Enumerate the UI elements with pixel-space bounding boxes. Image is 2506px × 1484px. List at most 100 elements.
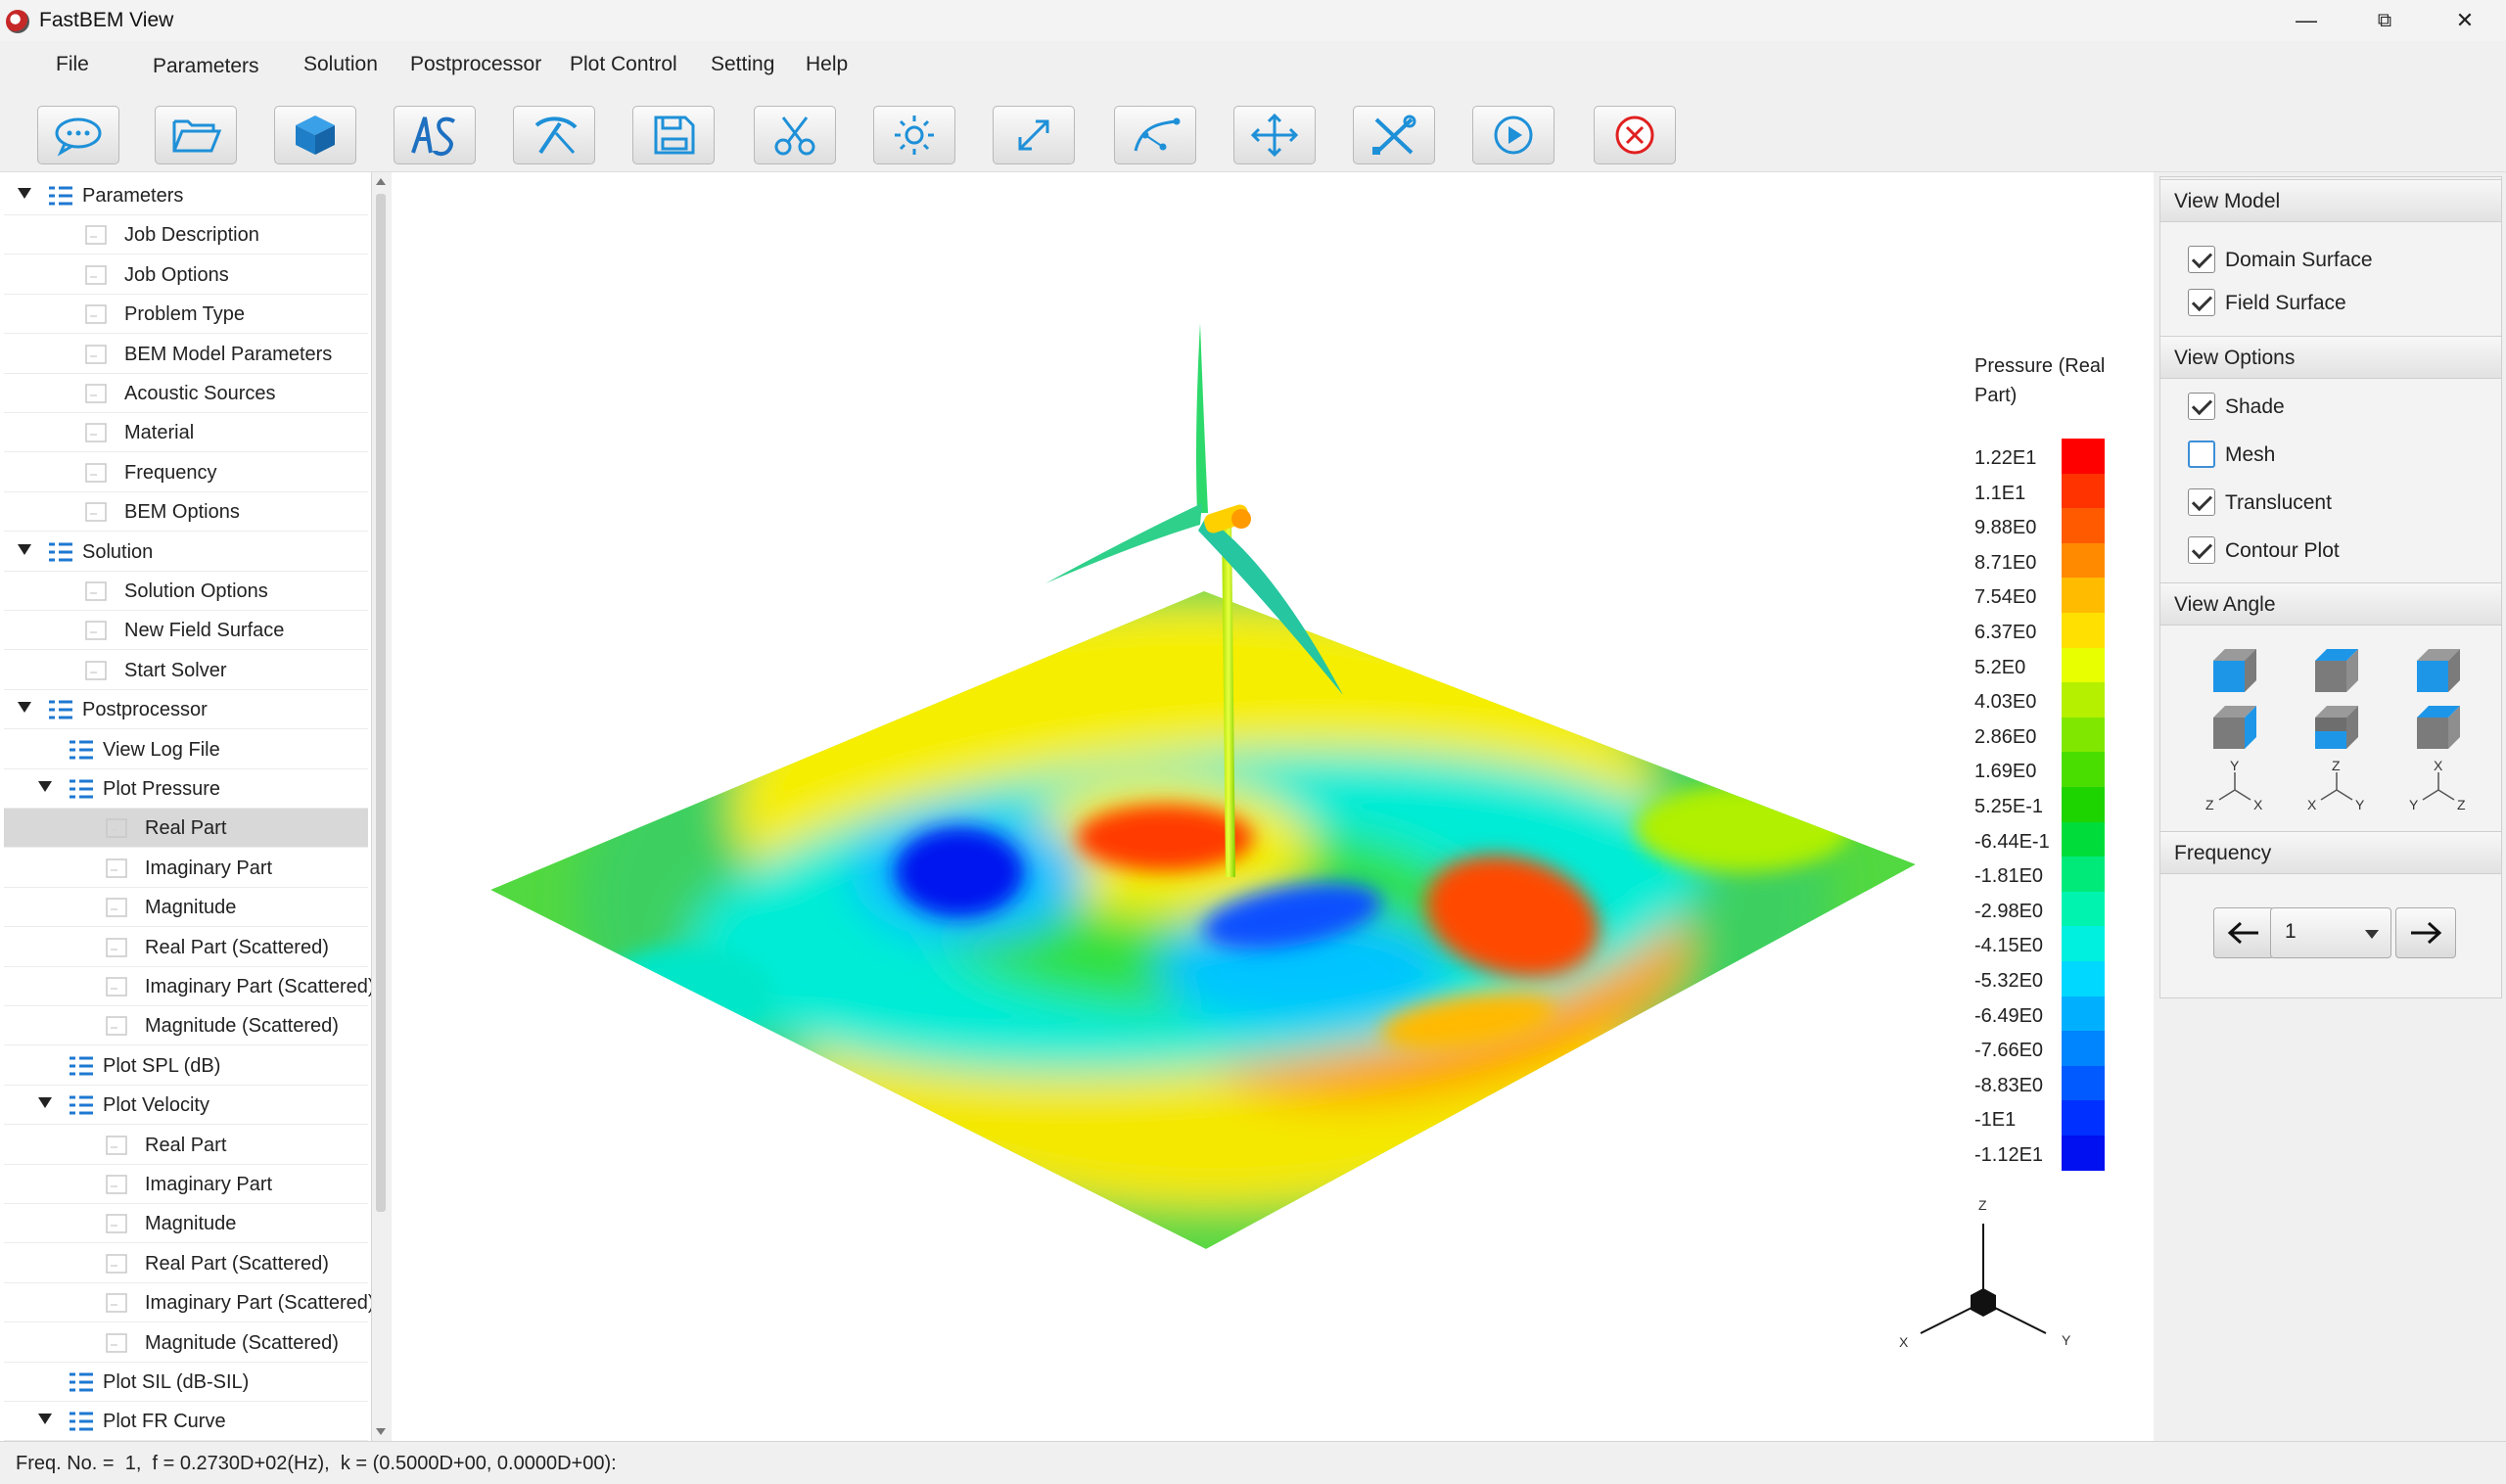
tree-item[interactable]: BEM Options: [4, 492, 368, 533]
tree-item[interactable]: Job Options: [4, 255, 368, 295]
tree-item[interactable]: Imaginary Part: [4, 1165, 368, 1204]
tree-item[interactable]: Real Part: [4, 1126, 368, 1165]
move-button[interactable]: [1233, 106, 1316, 164]
plot-viewport[interactable]: Z X Y: [392, 172, 2154, 1441]
menu-help[interactable]: Help: [806, 53, 848, 76]
as-button[interactable]: [394, 106, 476, 164]
colorbar-tick-label: 8.71E0: [1974, 551, 2037, 574]
tree-item[interactable]: Plot SIL (dB-SIL): [4, 1363, 368, 1402]
tree-item[interactable]: Start Solver: [4, 651, 368, 690]
expand-arrow-icon[interactable]: [18, 188, 31, 199]
menu-setting[interactable]: Setting: [711, 53, 774, 76]
frequency-header[interactable]: Frequency: [2160, 831, 2501, 874]
tree-item[interactable]: Problem Type: [4, 295, 368, 335]
document-icon: [106, 1332, 127, 1353]
field-surface-checkbox[interactable]: [2188, 289, 2215, 316]
colorbar-tick-label: -6.49E0: [1974, 1004, 2044, 1027]
tree-item[interactable]: Solution Options: [4, 572, 368, 611]
tree-item[interactable]: View Log File: [4, 730, 368, 769]
tree-item[interactable]: Plot FR Curve: [4, 1402, 368, 1441]
view-angle-header[interactable]: View Angle: [2160, 582, 2501, 626]
tree-item[interactable]: Postprocessor: [4, 690, 368, 730]
tree-item[interactable]: Parameters: [4, 176, 368, 215]
curve-button[interactable]: [1114, 106, 1196, 164]
view-model-header[interactable]: View Model: [2160, 179, 2501, 222]
menu-file[interactable]: File: [56, 53, 89, 76]
title-bar: FastBEM View — ⧉ ✕: [0, 0, 2506, 41]
translucent-checkbox[interactable]: [2188, 488, 2215, 516]
open-button[interactable]: [155, 106, 237, 164]
view-back-cube-icon[interactable]: [2209, 702, 2260, 753]
tree-scrollbar[interactable]: [372, 172, 390, 1441]
menu-plot-control[interactable]: Plot Control: [570, 53, 677, 76]
tree-item[interactable]: Magnitude: [4, 1204, 368, 1244]
tool-button[interactable]: [513, 106, 595, 164]
chat-button[interactable]: [37, 106, 119, 164]
colorbar-tick-label: -1E1: [1974, 1109, 2017, 1132]
menu-solution[interactable]: Solution: [303, 53, 378, 76]
contour-plot-checkbox[interactable]: [2188, 536, 2215, 564]
fit-view-button[interactable]: [993, 106, 1075, 164]
scroll-down-icon[interactable]: [376, 1428, 386, 1435]
tree-item[interactable]: Material: [4, 413, 368, 453]
tree-item-label: Job Options: [124, 263, 229, 286]
view-top-cube-icon[interactable]: [2311, 645, 2362, 696]
scroll-thumb[interactable]: [376, 194, 386, 1212]
close-button[interactable]: ✕: [2436, 4, 2494, 37]
tree-item[interactable]: Real Part (Scattered): [4, 928, 368, 967]
tree-item[interactable]: Acoustic Sources: [4, 374, 368, 413]
tree-item[interactable]: Plot Velocity: [4, 1086, 368, 1126]
colorbar-tick-label: 5.25E-1: [1974, 796, 2044, 817]
tree-item-label: BEM Model Parameters: [124, 343, 333, 365]
document-icon: [85, 384, 107, 403]
tree-item[interactable]: Real Part (Scattered): [4, 1244, 368, 1283]
tree-item[interactable]: Solution: [4, 533, 368, 572]
tree-item[interactable]: Imaginary Part: [4, 849, 368, 888]
tree-item[interactable]: Job Description: [4, 215, 368, 255]
expand-arrow-icon[interactable]: [18, 543, 31, 555]
view-iso-cube-icon[interactable]: [2413, 702, 2464, 753]
view-side-cube-icon[interactable]: [2413, 645, 2464, 696]
expand-arrow-icon[interactable]: [38, 1097, 52, 1109]
previous-frequency-button[interactable]: [2213, 907, 2274, 958]
tree-item[interactable]: Plot Pressure: [4, 769, 368, 809]
settings-tools-button[interactable]: [1353, 106, 1435, 164]
tree-item[interactable]: New Field Surface: [4, 611, 368, 651]
tree-item[interactable]: Frequency: [4, 453, 368, 492]
tree-item[interactable]: BEM Model Parameters: [4, 335, 368, 374]
mesh-checkbox[interactable]: [2188, 441, 2215, 468]
menu-parameters[interactable]: Parameters: [153, 55, 259, 78]
domain-surface-checkbox[interactable]: [2188, 246, 2215, 273]
tree-item[interactable]: Real Part: [4, 809, 368, 849]
tree-item[interactable]: Plot SPL (dB): [4, 1046, 368, 1086]
frequency-select[interactable]: 1: [2270, 907, 2391, 958]
run-button[interactable]: [1472, 106, 1555, 164]
stop-button[interactable]: [1594, 106, 1676, 164]
next-frequency-button[interactable]: [2395, 907, 2456, 958]
tree-item[interactable]: Magnitude: [4, 888, 368, 928]
restore-button[interactable]: ⧉: [2355, 4, 2414, 37]
view-options-header[interactable]: View Options: [2160, 336, 2501, 379]
tree-item[interactable]: Magnitude (Scattered): [4, 1323, 368, 1363]
pressure-contour-plot[interactable]: Z X Y: [392, 172, 2154, 1441]
expand-arrow-icon[interactable]: [18, 702, 31, 714]
cut-button[interactable]: [754, 106, 836, 164]
colorbar-swatch: [2062, 613, 2105, 648]
model-button[interactable]: [274, 106, 356, 164]
view-front-cube-icon[interactable]: [2209, 645, 2260, 696]
light-button[interactable]: [873, 106, 955, 164]
contour-plot-label: Contour Plot: [2225, 539, 2340, 562]
tree-item[interactable]: Magnitude (Scattered): [4, 1006, 368, 1046]
scroll-up-icon[interactable]: [376, 178, 386, 185]
expand-arrow-icon[interactable]: [38, 781, 52, 792]
expand-arrow-icon[interactable]: [38, 1414, 52, 1425]
menu-postprocessor[interactable]: Postprocessor: [410, 53, 541, 76]
document-icon: [106, 1135, 127, 1155]
view-bottom-cube-icon[interactable]: [2311, 702, 2362, 753]
app-logo-icon: [6, 10, 29, 33]
save-button[interactable]: [632, 106, 715, 164]
tree-item[interactable]: Imaginary Part (Scattered): [4, 967, 371, 1006]
tree-item[interactable]: Imaginary Part (Scattered): [4, 1283, 371, 1323]
shade-checkbox[interactable]: [2188, 393, 2215, 420]
minimize-button[interactable]: —: [2277, 4, 2336, 37]
